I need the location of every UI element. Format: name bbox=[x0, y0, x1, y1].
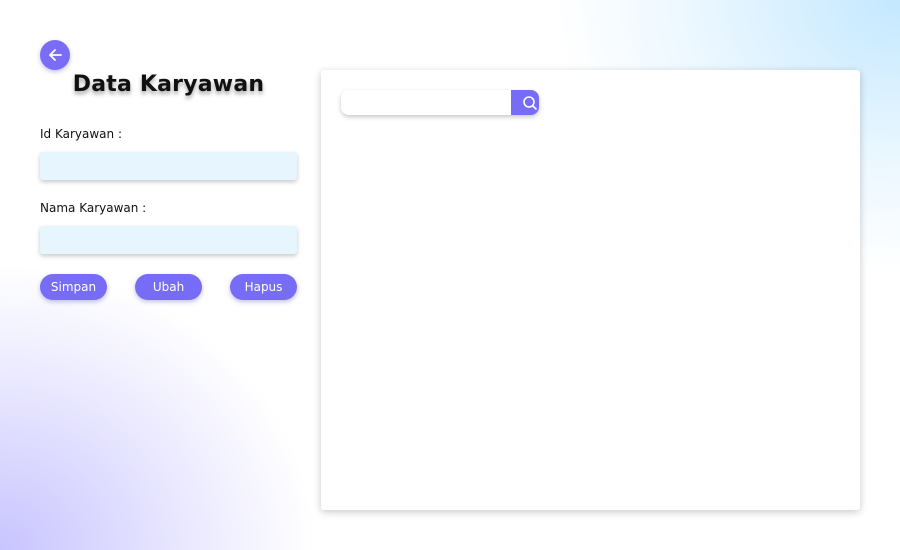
nama-karyawan-input[interactable] bbox=[40, 226, 297, 254]
ubah-button[interactable]: Ubah bbox=[135, 274, 202, 300]
search-button[interactable] bbox=[511, 90, 539, 115]
search-bar bbox=[341, 90, 539, 115]
search-input[interactable] bbox=[341, 90, 511, 115]
back-button[interactable] bbox=[40, 40, 70, 70]
simpan-button[interactable]: Simpan bbox=[40, 274, 107, 300]
data-panel bbox=[321, 70, 860, 510]
nama-karyawan-label: Nama Karyawan : bbox=[40, 201, 147, 215]
hapus-button[interactable]: Hapus bbox=[230, 274, 297, 300]
id-karyawan-input[interactable] bbox=[40, 152, 297, 180]
id-karyawan-label: Id Karyawan : bbox=[40, 127, 123, 141]
search-icon bbox=[523, 95, 537, 110]
arrow-left-icon bbox=[49, 49, 62, 61]
page-title: Data Karyawan bbox=[72, 72, 265, 97]
